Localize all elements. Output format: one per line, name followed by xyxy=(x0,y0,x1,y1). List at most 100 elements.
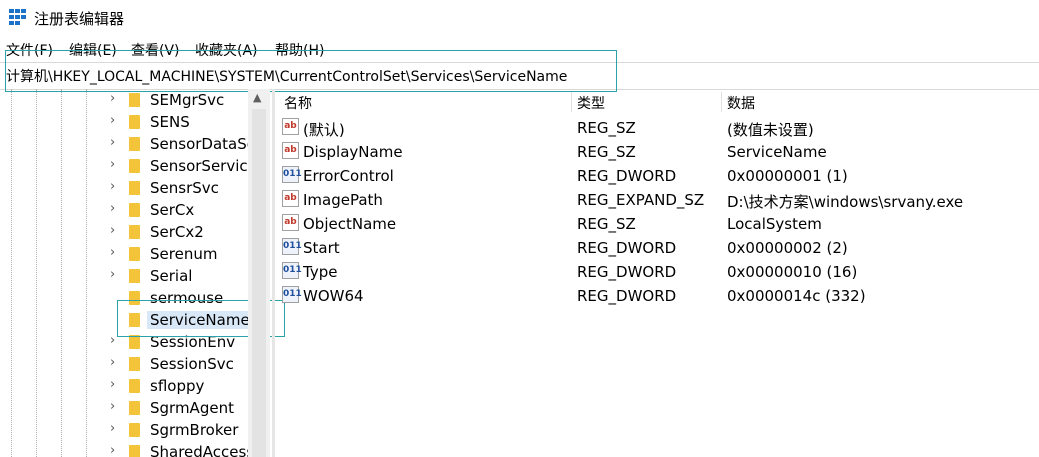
binary-value-icon: 011 xyxy=(282,238,302,255)
tree-item-serenum[interactable]: › Serenum xyxy=(0,243,248,265)
value-row[interactable]: ab (默认) REG_SZ (数值未设置) xyxy=(276,116,1036,140)
chevron-right-icon[interactable]: › xyxy=(110,399,115,414)
window-title: 注册表编辑器 xyxy=(34,10,125,28)
folder-icon xyxy=(129,357,140,371)
chevron-right-icon[interactable]: › xyxy=(110,421,115,436)
address-bar[interactable]: 计算机\HKEY_LOCAL_MACHINE\SYSTEM\CurrentCon… xyxy=(0,62,1039,90)
menu-favorites[interactable]: 收藏夹(A) xyxy=(195,40,258,60)
chevron-right-icon[interactable]: › xyxy=(110,201,115,216)
tree-item-label: Serenum xyxy=(150,245,218,263)
column-divider[interactable] xyxy=(571,92,572,112)
tree-item-serial[interactable]: › Serial xyxy=(0,265,248,287)
value-row[interactable]: ab ImagePath REG_EXPAND_SZ D:\技术方案\windo… xyxy=(276,188,1036,212)
chevron-right-icon[interactable]: › xyxy=(110,377,115,392)
binary-value-icon: 011 xyxy=(282,262,302,279)
value-type: REG_SZ xyxy=(577,119,636,137)
column-header-type[interactable]: 类型 xyxy=(577,93,605,113)
value-row[interactable]: 011 Start REG_DWORD 0x00000002 (2) xyxy=(276,236,1036,260)
folder-icon xyxy=(129,401,140,415)
tree-item-label: SensorDataSe xyxy=(150,135,256,153)
tree-item-sfloppy[interactable]: › sfloppy xyxy=(0,375,248,397)
tree-item-label: SgrmAgent xyxy=(150,399,234,417)
folder-icon xyxy=(129,203,140,217)
tree-item-label: ServiceName xyxy=(147,311,253,329)
tree-item-semgrsvc[interactable]: › SEMgrSvc xyxy=(0,89,248,111)
chevron-right-icon[interactable]: › xyxy=(110,157,115,172)
folder-icon xyxy=(129,159,140,173)
chevron-right-icon[interactable]: › xyxy=(110,91,115,106)
value-data: 0x00000010 (16) xyxy=(727,263,858,281)
chevron-right-icon[interactable]: › xyxy=(110,179,115,194)
folder-icon xyxy=(129,445,140,457)
tree-item-label: SerCx xyxy=(150,201,195,219)
folder-icon xyxy=(129,93,140,107)
folder-icon xyxy=(129,247,140,261)
folder-icon xyxy=(129,269,140,283)
chevron-right-icon[interactable]: › xyxy=(110,267,115,282)
value-name: Type xyxy=(303,263,338,281)
chevron-right-icon[interactable]: › xyxy=(110,245,115,260)
tree-item-servicename[interactable]: ServiceName xyxy=(0,309,253,331)
chevron-right-icon[interactable]: › xyxy=(110,113,115,128)
column-divider[interactable] xyxy=(721,92,722,112)
address-path[interactable]: 计算机\HKEY_LOCAL_MACHINE\SYSTEM\CurrentCon… xyxy=(6,66,567,86)
value-name: Start xyxy=(303,239,340,257)
folder-icon xyxy=(129,313,140,327)
value-row[interactable]: 011 Type REG_DWORD 0x00000010 (16) xyxy=(276,260,1036,284)
key-tree: › SEMgrSvc › SENS › SensorDataSe › SensorSer… xyxy=(0,89,272,457)
tree-item-sens[interactable]: › SENS xyxy=(0,111,248,133)
value-type: REG_DWORD xyxy=(577,167,677,185)
value-row[interactable]: 011 WOW64 REG_DWORD 0x0000014c (332) xyxy=(276,284,1036,308)
value-data: 0x0000014c (332) xyxy=(727,287,866,305)
string-value-icon: ab xyxy=(282,190,299,207)
tree-item-sharedaccess[interactable]: › SharedAccess xyxy=(0,441,254,457)
scroll-up-arrow-icon[interactable]: ▲ xyxy=(253,91,261,104)
value-type: REG_DWORD xyxy=(577,239,677,257)
chevron-right-icon[interactable]: › xyxy=(110,135,115,150)
tree-item-label: SessionEnv xyxy=(150,333,236,351)
chevron-right-icon[interactable]: › xyxy=(110,355,115,370)
chevron-right-icon[interactable]: › xyxy=(110,443,115,457)
tree-item-sensordatase[interactable]: › SensorDataSe xyxy=(0,133,256,155)
chevron-right-icon[interactable]: › xyxy=(110,223,115,238)
tree-scrollbar[interactable]: ▲ xyxy=(248,89,270,457)
value-name: (默认) xyxy=(303,121,345,139)
tree-item-label: SharedAccess xyxy=(150,443,255,457)
pane-splitter[interactable] xyxy=(272,89,275,457)
scroll-track[interactable] xyxy=(252,109,266,457)
tree-item-label: SEMgrSvc xyxy=(150,91,225,109)
menu-file[interactable]: 文件(F) xyxy=(6,40,53,60)
menu-view[interactable]: 查看(V) xyxy=(131,40,180,60)
menu-help[interactable]: 帮助(H) xyxy=(275,40,324,60)
tree-item-sensorservice[interactable]: › SensorService xyxy=(0,155,257,177)
value-type: REG_SZ xyxy=(577,143,636,161)
value-row[interactable]: 011 ErrorControl REG_DWORD 0x00000001 (1… xyxy=(276,164,1036,188)
folder-icon xyxy=(129,291,140,305)
value-row[interactable]: ab DisplayName REG_SZ ServiceName xyxy=(276,140,1036,164)
menu-bar: 文件(F) 编辑(E) 查看(V) 收藏夹(A) 帮助(H) xyxy=(0,38,600,60)
folder-icon xyxy=(129,115,140,129)
value-name: WOW64 xyxy=(303,287,364,305)
value-type: REG_EXPAND_SZ xyxy=(577,191,705,209)
value-row[interactable]: ab ObjectName REG_SZ LocalSystem xyxy=(276,212,1036,236)
chevron-right-icon[interactable]: › xyxy=(110,333,115,348)
folder-icon xyxy=(129,181,140,195)
tree-item-label: SensorService xyxy=(150,157,257,175)
menu-edit[interactable]: 编辑(E) xyxy=(69,40,117,60)
column-header-name[interactable]: 名称 xyxy=(284,93,312,113)
binary-value-icon: 011 xyxy=(282,286,302,303)
tree-item-sessionsvc[interactable]: › SessionSvc xyxy=(0,353,248,375)
tree-item-sermouse[interactable]: sermouse xyxy=(0,287,248,309)
tree-item-sercx[interactable]: › SerCx xyxy=(0,199,248,221)
tree-item-label: sfloppy xyxy=(150,377,205,395)
value-data: (数值未设置) xyxy=(727,121,814,139)
tree-item-label: SENS xyxy=(150,113,190,131)
values-list: 名称 类型 数据 ab (默认) REG_SZ (数值未设置) ab Displ… xyxy=(276,89,1039,457)
column-header-data[interactable]: 数据 xyxy=(727,93,755,113)
tree-item-sessionenv[interactable]: › SessionEnv xyxy=(0,331,248,353)
tree-item-sgrmbroker[interactable]: › SgrmBroker xyxy=(0,419,248,441)
tree-item-sercx2[interactable]: › SerCx2 xyxy=(0,221,248,243)
tree-item-sensrsvc[interactable]: › SensrSvc xyxy=(0,177,248,199)
tree-item-sgrmagent[interactable]: › SgrmAgent xyxy=(0,397,248,419)
folder-icon xyxy=(129,137,140,151)
